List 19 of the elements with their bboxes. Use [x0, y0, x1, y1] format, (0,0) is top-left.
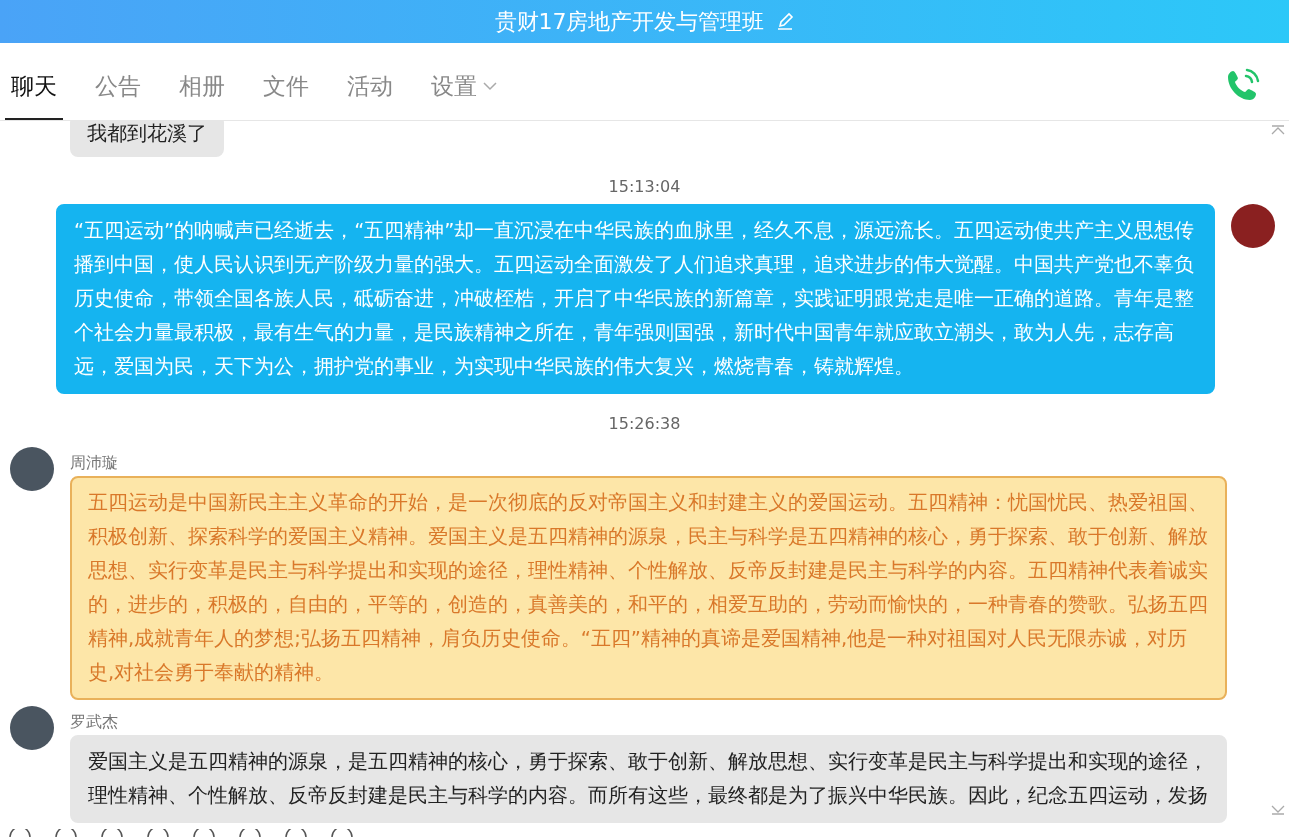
message-bubble: 爱国主义是五四精神的源泉，是五四精神的核心，勇于探索、敢于创新、解放思想、实行变革是民主与科学提出和实现的途径，理性精神、个性解放、反帝反封建是民主与科学的内容。而所有这些，最终都是为了振兴中华民族。因此，纪念五四运动，发扬 [70, 735, 1227, 823]
tab[interactable]: 相册 [173, 43, 231, 120]
timestamp: 15:13:04 [608, 177, 681, 196]
avatar[interactable] [10, 447, 54, 491]
tab[interactable]: 文件 [257, 43, 315, 120]
sender-name: 罗武杰 [70, 712, 118, 733]
timestamp: 15:26:38 [608, 414, 681, 433]
window-title: 贵财17房地产开发与管理班 [494, 7, 765, 36]
avatar[interactable] [10, 706, 54, 750]
tab[interactable]: 公告 [89, 43, 147, 120]
sender-name: 周沛璇 [70, 453, 118, 474]
message-bubble: 我都到花溪了 [70, 121, 224, 157]
tab[interactable]: 设置 [425, 43, 503, 120]
tab[interactable]: 聊天 [5, 43, 63, 120]
avatar[interactable] [1231, 204, 1275, 248]
message-bubble: 五四运动是中国新民主主义革命的开始，是一次彻底的反对帝国主义和封建主义的爱国运动。五四精神：忧国忧民、热爱祖国、积极创新、探索科学的爱国主义精神。爱国主义是五四精神的源泉，民主与科学是五四精神的核心，勇于探索、敢于创新、解放思想、实行变革是民主与科学提出和实现的途径，理性精神、个性解放、反帝反封建是民主与科学的内容。五四精神代表着诚实的，进步的，积极的，自由的，平等的，创造的，真善美的，和平的，相爱互助的，劳动而愉快的，一种青春的赞歌。弘扬五四精神,成就青年人的梦想;弘扬五四精神，肩负历史使命。“五四”精神的真谛是爱国精神,他是一种对祖国对人民无限赤诚，对历史,对社会勇于奉献的精神。 [70, 476, 1227, 700]
message-bubble: “五四运动”的呐喊声已经逝去，“五四精神”却一直沉浸在中华民族的血脉里，经久不息，源远流长。五四运动使共产主义思想传播到中国，使人民认识到无产阶级力量的强大。五四运动全面激发了人们追求真理，追求进步的伟大觉醒。中国共产党也不辜负历史使命，带领全国各族人民，砥砺奋进，冲破桎梏，开启了中华民族的新篇章，实践证明跟党走是唯一正确的道路。青年是整个社会力量最积极，最有生气的力量，是民族精神之所在，青年强则国强，新时代中国青年就应敢立潮头，敢为人先，志存高远，爱国为民，天下为公，拥护党的事业，为实现中华民族的伟大复兴，燃烧青春，铸就辉煌。 [56, 204, 1215, 394]
chevron-down-icon [483, 82, 497, 91]
tab[interactable]: 活动 [341, 43, 399, 120]
